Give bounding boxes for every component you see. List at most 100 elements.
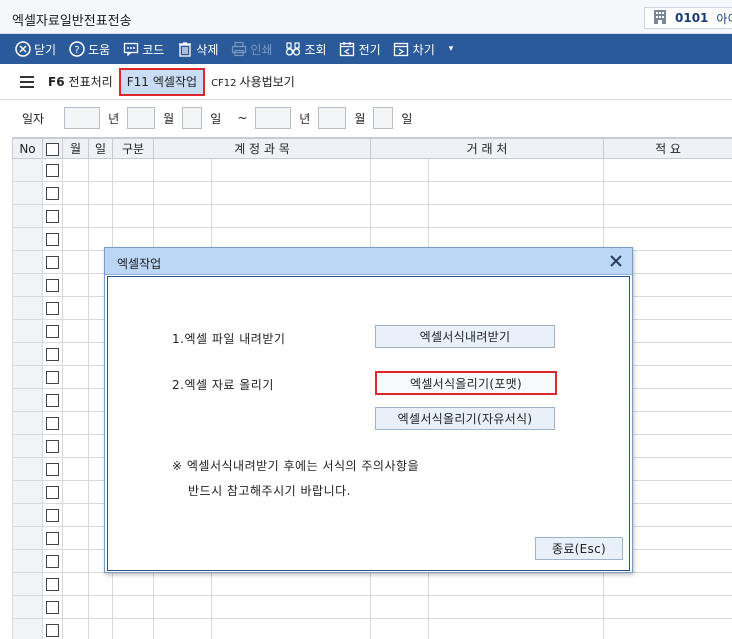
download-template-button[interactable]: 엑셀서식내려받기 (375, 325, 555, 348)
grid-cell[interactable] (370, 158, 430, 182)
grid-cell[interactable] (62, 572, 89, 596)
grid-cell[interactable] (62, 434, 89, 458)
grid-cell[interactable] (210, 158, 372, 182)
select-all-checkbox[interactable] (46, 142, 59, 156)
table-row[interactable] (12, 572, 732, 596)
grid-cell[interactable] (153, 181, 212, 205)
end-month-input[interactable] (318, 107, 347, 129)
grid-cell[interactable] (370, 181, 430, 205)
row-checkbox[interactable] (46, 417, 59, 430)
grid-cell[interactable] (62, 250, 89, 274)
grid-cell[interactable] (62, 273, 89, 297)
row-checkbox[interactable] (46, 532, 59, 545)
close-button[interactable]: 닫기 (14, 34, 56, 64)
row-select-cell[interactable] (42, 411, 63, 435)
grid-cell[interactable] (62, 480, 89, 504)
grid-cell[interactable] (62, 158, 89, 182)
table-row[interactable] (12, 618, 732, 639)
grid-cell[interactable] (62, 549, 89, 573)
row-checkbox[interactable] (46, 509, 59, 522)
col-type[interactable]: 구분 (112, 138, 154, 159)
func-usage-guide[interactable]: CF12 사용법보기 (211, 73, 295, 90)
col-account[interactable]: 계 정 과 목 (152, 138, 372, 159)
grid-cell[interactable] (62, 388, 89, 412)
grid-cell[interactable] (428, 618, 605, 639)
grid-cell[interactable] (210, 618, 372, 639)
grid-cell[interactable] (603, 595, 732, 619)
upload-format-button[interactable]: 엑셀서식올리기(포맷) (375, 371, 557, 395)
grid-cell[interactable] (210, 181, 372, 205)
row-checkbox[interactable] (46, 325, 59, 338)
grid-cell[interactable] (88, 204, 113, 228)
grid-cell[interactable] (62, 181, 89, 205)
grid-cell[interactable] (88, 618, 113, 639)
grid-cell[interactable] (62, 227, 89, 251)
row-checkbox[interactable] (46, 463, 59, 476)
func-excel-work[interactable]: F11 엑셀작업 (118, 67, 206, 96)
grid-cell[interactable] (112, 595, 154, 619)
row-select-cell[interactable] (42, 618, 63, 639)
grid-cell[interactable] (62, 365, 89, 389)
grid-cell[interactable] (88, 572, 113, 596)
row-select-cell[interactable] (42, 457, 63, 481)
row-checkbox[interactable] (46, 394, 59, 407)
row-checkbox[interactable] (46, 210, 59, 223)
row-select-cell[interactable] (42, 158, 63, 182)
row-select-cell[interactable] (42, 273, 63, 297)
row-select-cell[interactable] (42, 204, 63, 228)
row-select-cell[interactable] (42, 434, 63, 458)
grid-cell[interactable] (370, 595, 430, 619)
end-year-input[interactable] (255, 107, 292, 129)
grid-cell[interactable] (62, 296, 89, 320)
row-checkbox[interactable] (46, 279, 59, 292)
delete-button[interactable]: 삭제 (176, 34, 218, 64)
row-select-cell[interactable] (42, 572, 63, 596)
grid-cell[interactable] (210, 204, 372, 228)
table-row[interactable] (12, 158, 732, 182)
code-button[interactable]: 코드 (122, 34, 164, 64)
row-checkbox[interactable] (46, 233, 59, 246)
grid-cell[interactable] (370, 204, 430, 228)
grid-cell[interactable] (112, 618, 154, 639)
grid-cell[interactable] (62, 411, 89, 435)
grid-cell[interactable] (428, 181, 605, 205)
row-select-cell[interactable] (42, 250, 63, 274)
row-select-cell[interactable] (42, 181, 63, 205)
col-no[interactable]: No (12, 138, 43, 159)
row-checkbox[interactable] (46, 164, 59, 177)
row-checkbox[interactable] (46, 348, 59, 361)
row-select-cell[interactable] (42, 595, 63, 619)
help-button[interactable]: ? 도움 (68, 34, 110, 64)
col-customer[interactable]: 거 래 처 (370, 138, 605, 159)
row-checkbox[interactable] (46, 256, 59, 269)
grid-cell[interactable] (210, 595, 372, 619)
grid-cell[interactable] (112, 158, 154, 182)
grid-cell[interactable] (153, 204, 212, 228)
row-select-cell[interactable] (42, 526, 63, 550)
row-select-cell[interactable] (42, 549, 63, 573)
grid-cell[interactable] (370, 618, 430, 639)
grid-cell[interactable] (62, 503, 89, 527)
col-month[interactable]: 월 (62, 138, 89, 159)
menu-icon[interactable] (20, 75, 34, 88)
chevron-down-icon[interactable]: ▾ (449, 44, 454, 54)
grid-cell[interactable] (62, 526, 89, 550)
start-year-input[interactable] (64, 107, 101, 129)
row-checkbox[interactable] (46, 440, 59, 453)
row-checkbox[interactable] (46, 486, 59, 499)
exit-button[interactable]: 종료(Esc) (535, 537, 623, 560)
start-day-input[interactable] (182, 107, 203, 129)
grid-cell[interactable] (603, 181, 732, 205)
table-row[interactable] (12, 181, 732, 205)
grid-cell[interactable] (62, 204, 89, 228)
row-checkbox[interactable] (46, 187, 59, 200)
grid-cell[interactable] (112, 181, 154, 205)
search-button[interactable]: 조회 (284, 34, 327, 64)
row-checkbox[interactable] (46, 578, 59, 591)
row-checkbox[interactable] (46, 302, 59, 315)
table-row[interactable] (12, 595, 732, 619)
grid-cell[interactable] (62, 595, 89, 619)
start-month-input[interactable] (127, 107, 156, 129)
row-checkbox[interactable] (46, 601, 59, 614)
grid-cell[interactable] (88, 181, 113, 205)
